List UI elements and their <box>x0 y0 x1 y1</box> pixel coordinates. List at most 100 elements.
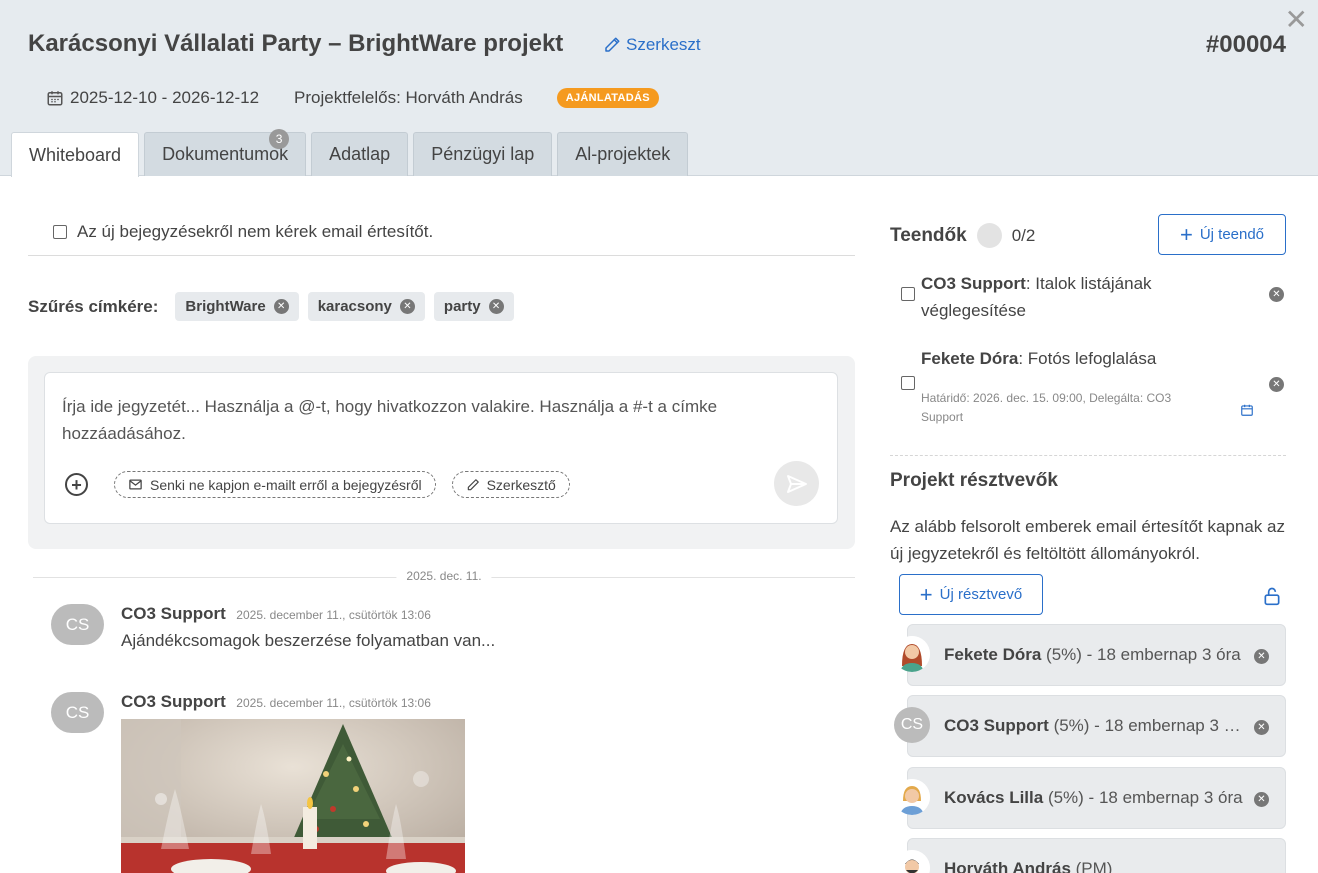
post-author: CO3 Support <box>121 692 226 711</box>
tab-whiteboard[interactable]: Whiteboard <box>11 132 140 177</box>
post-author: CO3 Support <box>121 604 226 623</box>
editor-label: Szerkesztő <box>486 476 556 493</box>
composer-toolbar: + Senki ne kapjon e-mailt erről a bejegy… <box>65 471 570 498</box>
todo-checkbox[interactable] <box>901 376 915 390</box>
participant-text: Fekete Dóra (5%) - 18 embernap 3 óra <box>944 645 1244 665</box>
tag-chip[interactable]: BrightWare ✕ <box>175 292 299 321</box>
avatar: CS <box>51 692 104 733</box>
tab-documents-label: Dokumentumok <box>162 144 289 164</box>
tag-filter-label: Szűrés címkére: <box>28 296 159 316</box>
unlock-icon[interactable] <box>1262 585 1282 607</box>
project-dates: 2025-12-10 - 2026-12-12 <box>46 88 259 108</box>
tab-financial[interactable]: Pénzügyi lap <box>413 132 553 176</box>
tag-chip-label: BrightWare <box>185 298 266 315</box>
send-button[interactable] <box>774 461 819 506</box>
participant-text: Horváth András (PM) <box>944 859 1244 873</box>
female-avatar-illustration <box>894 636 930 672</box>
new-participant-button[interactable]: + Új résztvevő <box>899 574 1043 615</box>
todo-checkbox[interactable] <box>901 287 915 301</box>
todo-assignee: Fekete Dóra <box>921 349 1019 368</box>
project-number: #00004 <box>1205 31 1286 58</box>
post-image[interactable] <box>121 719 465 873</box>
project-tabs: Whiteboard Dokumentumok 3 Adatlap Pénzüg… <box>11 129 689 177</box>
project-header: Karácsonyi Vállalati Party – BrightWare … <box>0 0 1318 177</box>
plus-icon: + <box>1179 221 1193 247</box>
post-time: 2025. december 11., csütörtök 13:06 <box>236 696 431 710</box>
post-text: Ajándékcsomagok beszerzése folyamatban v… <box>121 631 496 650</box>
calendar-icon[interactable] <box>1240 403 1254 417</box>
note-input[interactable]: Írja ide jegyzetét... Használja a @-t, h… <box>62 393 762 447</box>
participant-detail: (5%) - 18 embernap 3 óra <box>1043 788 1243 807</box>
composer-panel: Írja ide jegyzetét... Használja a @-t, h… <box>28 356 855 549</box>
close-icon[interactable]: ✕ <box>1285 6 1308 34</box>
participant-detail: (5%) - 18 embernap 3 óra <box>1048 716 1244 735</box>
tab-documents[interactable]: Dokumentumok 3 <box>144 129 307 176</box>
editor-toggle[interactable]: Szerkesztő <box>451 471 570 498</box>
edit-project-link[interactable]: Szerkeszt <box>603 35 701 55</box>
remove-tag-icon[interactable]: ✕ <box>488 299 504 314</box>
remove-tag-icon[interactable]: ✕ <box>273 299 289 314</box>
participant-text: Kovács Lilla (5%) - 18 embernap 3 óra <box>944 788 1244 808</box>
post-header: CO3 Support 2025. december 11., csütörtö… <box>121 604 431 624</box>
edit-project-label: Szerkeszt <box>626 35 701 54</box>
todo-assignee: CO3 Support <box>921 274 1026 293</box>
tab-subprojects[interactable]: Al-projektek <box>557 132 689 176</box>
remove-participant-icon[interactable]: ✕ <box>1254 720 1269 735</box>
plus-icon: + <box>919 581 933 607</box>
remove-participant-icon[interactable]: ✕ <box>1254 649 1269 664</box>
participant-name: Kovács Lilla <box>944 788 1044 807</box>
delete-todo-icon[interactable]: ✕ <box>1269 377 1284 392</box>
participant-name: CO3 Support <box>944 716 1049 735</box>
avatar <box>894 636 930 672</box>
divider <box>28 255 855 256</box>
todos-title: Teendők <box>890 224 967 246</box>
project-title: Karácsonyi Vállalati Party – BrightWare … <box>28 30 564 57</box>
tag-chip[interactable]: party ✕ <box>433 292 514 321</box>
email-optout-row[interactable]: Az új bejegyzésekről nem kérek email ért… <box>53 222 433 242</box>
avatar: CS <box>51 604 104 645</box>
todo-item: CO3 Support: Italok listájának véglegesí… <box>901 270 1286 330</box>
todos-progress-ring <box>976 223 1002 248</box>
documents-count-badge: 3 <box>269 129 290 149</box>
date-range: 2025-12-10 - 2026-12-12 <box>70 88 260 107</box>
todo-deadline: Határidő: 2026. dec. 15. 09:00, Delegált… <box>921 391 1172 424</box>
participant-item[interactable]: Kovács Lilla (5%) - 18 embernap 3 óra ✕ <box>894 767 1286 829</box>
new-participant-label: Új résztvevő <box>939 586 1023 603</box>
tag-chip-label: karacsony <box>317 298 392 315</box>
participant-name: Horváth András <box>944 859 1071 873</box>
participants-description: Az alább felsorolt emberek email értesít… <box>890 517 1285 563</box>
new-todo-label: Új teendő <box>1199 226 1265 243</box>
tab-datasheet[interactable]: Adatlap <box>311 132 409 176</box>
remove-tag-icon[interactable]: ✕ <box>399 299 415 314</box>
participants-title: Projekt résztvevők <box>890 470 1058 491</box>
male-avatar-illustration <box>894 850 930 873</box>
participant-item[interactable]: Horváth András (PM) <box>894 838 1286 873</box>
tag-chip-label: party <box>443 298 481 315</box>
envelope-icon <box>129 479 142 490</box>
todo-item: Fekete Dóra: Fotós lefoglalása Határidő:… <box>901 345 1286 435</box>
tag-chip[interactable]: karacsony ✕ <box>307 292 425 321</box>
avatar: CS <box>894 707 930 743</box>
remove-participant-icon[interactable]: ✕ <box>1254 792 1269 807</box>
participant-item[interactable]: Fekete Dóra (5%) - 18 embernap 3 óra ✕ <box>894 624 1286 686</box>
participant-item[interactable]: CS CO3 Support (5%) - 18 embernap 3 óra … <box>894 695 1286 757</box>
calendar-icon <box>47 91 63 106</box>
send-icon <box>786 474 807 493</box>
avatar <box>894 779 930 815</box>
email-optout-checkbox[interactable] <box>53 225 67 239</box>
status-badge: AJÁNLATADÁS <box>556 88 659 108</box>
female-avatar-illustration <box>894 779 930 815</box>
email-optout-label: Az új bejegyzésekről nem kérek email ért… <box>77 222 434 241</box>
delete-todo-icon[interactable]: ✕ <box>1269 287 1284 302</box>
new-todo-button[interactable]: + Új teendő <box>1158 214 1286 255</box>
no-email-label: Senki ne kapjon e-mailt erről a bejegyzé… <box>150 476 422 493</box>
add-attachment-icon[interactable]: + <box>65 473 88 496</box>
project-manager: Projektfelelős: Horváth András <box>294 88 523 107</box>
pencil-icon <box>605 37 620 52</box>
post-header: CO3 Support 2025. december 11., csütörtö… <box>121 692 431 712</box>
date-separator: 2025. dec. 11. <box>33 568 855 586</box>
participant-text: CO3 Support (5%) - 18 embernap 3 óra <box>944 716 1244 736</box>
project-meta: 2025-12-10 - 2026-12-12 Projektfelelős: … <box>46 88 659 108</box>
participant-detail: (5%) - 18 embernap 3 óra <box>1041 645 1241 664</box>
no-email-toggle[interactable]: Senki ne kapjon e-mailt erről a bejegyzé… <box>114 471 436 498</box>
